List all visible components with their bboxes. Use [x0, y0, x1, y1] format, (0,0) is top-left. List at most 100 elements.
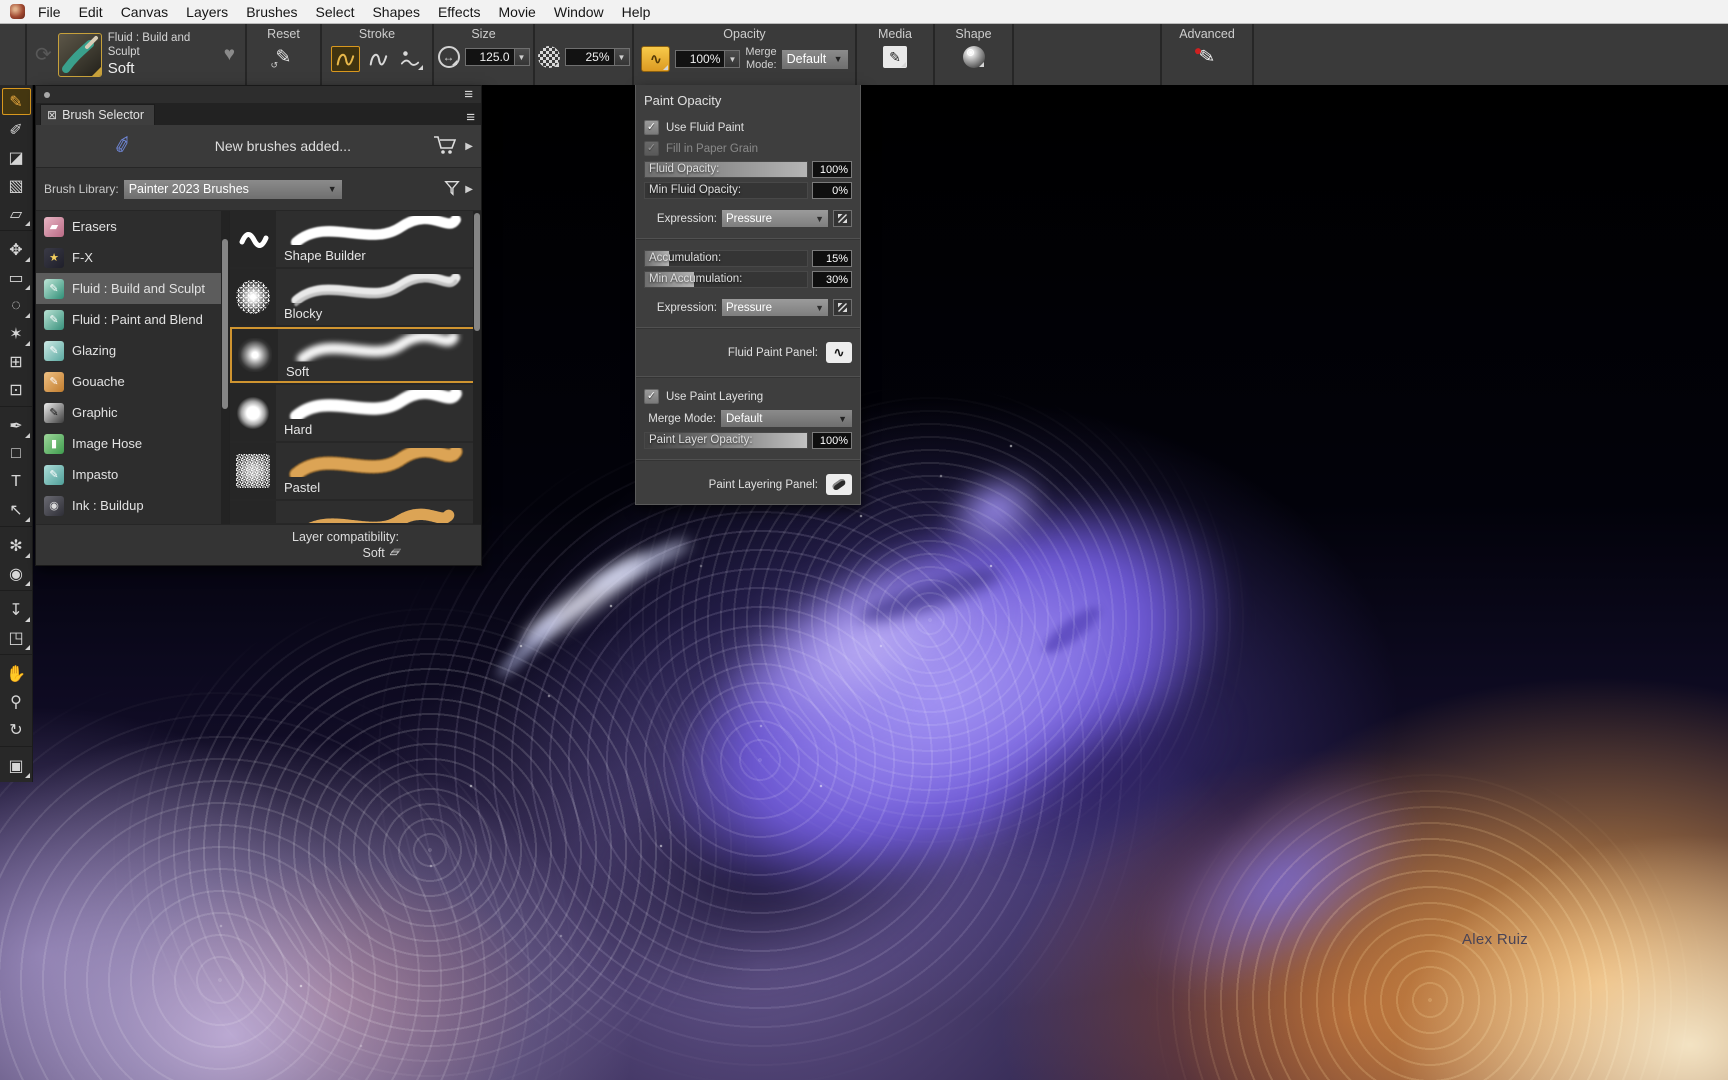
text-tool-icon[interactable]: T: [2, 468, 31, 495]
tab-menu-icon[interactable]: ≡: [466, 110, 475, 125]
paint-layer-opacity-slider[interactable]: Paint Layer Opacity:: [644, 432, 808, 449]
category-fluid-build-and-sculpt[interactable]: ✎Fluid : Build and Sculpt: [36, 273, 229, 304]
tab-brush-selector[interactable]: ⊠ Brush Selector: [40, 104, 155, 125]
filter-funnel-icon[interactable]: [443, 179, 461, 200]
magnifier-tool-icon[interactable]: ⚲: [2, 688, 31, 715]
menu-help[interactable]: Help: [613, 0, 660, 24]
variant-blocky[interactable]: Blocky: [230, 269, 481, 325]
shape-sphere-icon[interactable]: [963, 46, 985, 68]
category-image-hose[interactable]: ▮Image Hose: [36, 428, 229, 459]
grain-dropdown-icon[interactable]: ▼: [615, 48, 630, 66]
category-ink-buildup[interactable]: ◉Ink : Buildup: [36, 490, 229, 521]
magic-wand-tool-icon[interactable]: ✶: [2, 320, 31, 347]
size-value[interactable]: 125.0: [465, 48, 515, 66]
merge-mode-select[interactable]: Default ▼: [721, 410, 852, 427]
category-glazing[interactable]: ✎Glazing: [36, 335, 229, 366]
opacity-value[interactable]: 100%: [675, 50, 725, 68]
size-icon[interactable]: ↔: [438, 46, 460, 68]
scrollbar-thumb[interactable]: [222, 239, 228, 409]
crop-tool-icon[interactable]: ⊡: [2, 376, 31, 403]
menu-effects[interactable]: Effects: [429, 0, 490, 24]
fluid-paint-panel-icon[interactable]: ∿: [826, 342, 852, 363]
variant-soft-selected[interactable]: Soft: [230, 327, 481, 383]
panel-menu-icon[interactable]: ≡: [464, 87, 473, 102]
divine-proportion-tool-icon[interactable]: ↧: [2, 596, 31, 623]
use-fluid-paint-row[interactable]: ✓ Use Fluid Paint: [644, 120, 852, 135]
grain-icon[interactable]: [538, 46, 560, 68]
accumulation-value[interactable]: 15%: [812, 250, 852, 267]
current-brush-thumbnail[interactable]: [58, 33, 102, 77]
opacity-dropdown-icon[interactable]: ▼: [725, 50, 740, 68]
accumulation-slider[interactable]: Accumulation:: [644, 250, 808, 267]
flyout-arrow-icon[interactable]: ▶: [465, 141, 473, 152]
use-paint-layering-row[interactable]: ✓ Use Paint Layering: [644, 389, 852, 404]
menu-canvas[interactable]: Canvas: [112, 0, 177, 24]
cloner-tool-icon[interactable]: ✻: [2, 532, 31, 559]
opacity-wave-icon[interactable]: ∿: [641, 46, 670, 72]
menu-layers[interactable]: Layers: [177, 0, 237, 24]
size-dropdown-icon[interactable]: ▼: [515, 48, 530, 66]
new-brushes-banner[interactable]: ✐ New brushes added... ▶: [36, 125, 481, 168]
dab-preview-icon[interactable]: [397, 47, 424, 71]
rotate-page-tool-icon[interactable]: ↻: [2, 716, 31, 743]
rect-shape-tool-icon[interactable]: □: [2, 440, 31, 467]
pen-tool-icon[interactable]: ✒: [2, 412, 31, 439]
min-accumulation-slider[interactable]: Min Accumulation:: [644, 271, 808, 288]
paint-layer-opacity-value[interactable]: 100%: [812, 432, 852, 449]
variant-pastel[interactable]: Pastel: [230, 443, 481, 499]
category-gouache[interactable]: ✎Gouache: [36, 366, 229, 397]
category-fluid-paint-and-blend[interactable]: ✎Fluid : Paint and Blend: [36, 304, 229, 335]
close-icon[interactable]: ⊠: [47, 108, 57, 122]
grain-value[interactable]: 25%: [565, 48, 615, 66]
clone-source-tool-icon[interactable]: ◉: [2, 560, 31, 587]
stroke-type-freehand-icon[interactable]: [331, 46, 360, 72]
flyout-arrow-icon[interactable]: ▶: [465, 184, 473, 195]
variant-hard[interactable]: Hard: [230, 385, 481, 441]
media-icon[interactable]: ✎: [883, 46, 907, 68]
grabber-hand-tool-icon[interactable]: ✋: [2, 660, 31, 687]
menu-select[interactable]: Select: [307, 0, 364, 24]
perspective-grid-tool-icon[interactable]: ◳: [2, 624, 31, 651]
favorite-heart-icon[interactable]: ♥: [224, 44, 235, 66]
brush-refresh-icon[interactable]: ⟳: [35, 42, 52, 67]
layer-adjuster-tool-icon[interactable]: ✥: [2, 236, 31, 263]
menu-shapes[interactable]: Shapes: [363, 0, 428, 24]
menu-edit[interactable]: Edit: [70, 0, 112, 24]
category-fx[interactable]: ★F-X: [36, 242, 229, 273]
fluid-opacity-slider[interactable]: Fluid Opacity:: [644, 161, 808, 178]
category-erasers[interactable]: ▰Erasers: [36, 211, 229, 242]
screen-mode-tool-icon[interactable]: ▣: [2, 752, 31, 779]
min-accumulation-value[interactable]: 30%: [812, 271, 852, 288]
variant-scrollbar[interactable]: [473, 211, 481, 524]
reset-brush-icon[interactable]: ✎↺: [276, 46, 292, 69]
category-scrollbar[interactable]: [221, 211, 229, 524]
rect-select-tool-icon[interactable]: ▭: [2, 264, 31, 291]
shopping-cart-icon[interactable]: [433, 135, 457, 158]
menu-window[interactable]: Window: [545, 0, 613, 24]
brush-tool-icon[interactable]: ✎: [2, 88, 31, 115]
shape-selection-tool-icon[interactable]: ↖: [2, 496, 31, 523]
scrollbar-thumb[interactable]: [474, 213, 480, 331]
lasso-tool-icon[interactable]: ◌: [2, 292, 31, 319]
fluid-opacity-value[interactable]: 100%: [812, 161, 852, 178]
variant-partial-row[interactable]: [230, 501, 481, 523]
menu-brushes[interactable]: Brushes: [237, 0, 306, 24]
advanced-brush-icon[interactable]: ✎: [1198, 45, 1217, 70]
eraser-tool-icon[interactable]: ▱: [2, 200, 31, 227]
expression-settings-icon[interactable]: [833, 210, 852, 227]
panel-header-strip[interactable]: ≡: [36, 86, 481, 103]
checkbox-checked-icon[interactable]: ✓: [644, 389, 659, 404]
menu-movie[interactable]: Movie: [490, 0, 545, 24]
min-fluid-opacity-slider[interactable]: Min Fluid Opacity:: [644, 182, 808, 199]
selection-adjuster-tool-icon[interactable]: ⊞: [2, 348, 31, 375]
dropper-tool-icon[interactable]: ✐: [2, 116, 31, 143]
brush-library-select[interactable]: Painter 2023 Brushes ▼: [124, 180, 342, 199]
paint-layering-panel-icon[interactable]: [826, 474, 852, 495]
category-graphic[interactable]: ✎Graphic: [36, 397, 229, 428]
min-fluid-opacity-value[interactable]: 0%: [812, 182, 852, 199]
expression-select-2[interactable]: Pressure ▼: [722, 299, 828, 316]
paint-bucket-tool-icon[interactable]: ◪: [2, 144, 31, 171]
gradient-tool-icon[interactable]: ▧: [2, 172, 31, 199]
menu-file[interactable]: File: [29, 0, 70, 24]
variant-shape-builder[interactable]: Shape Builder: [230, 211, 481, 267]
